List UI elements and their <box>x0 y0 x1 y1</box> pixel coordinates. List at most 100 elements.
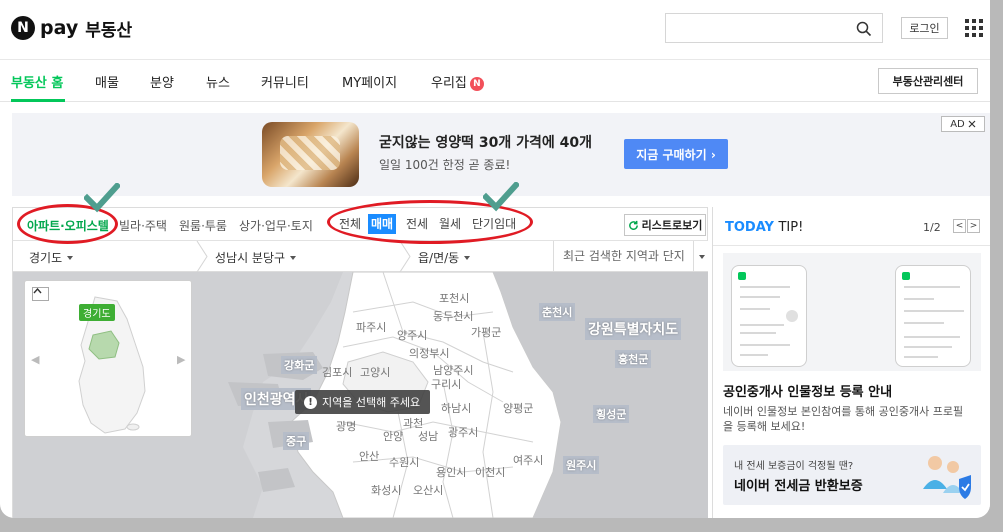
map-label: 수원시 <box>389 456 420 469</box>
tip-prev-button[interactable]: < <box>953 219 966 233</box>
nav-item-news[interactable]: 뉴스 <box>206 72 230 91</box>
map-label: 중구 <box>283 432 310 450</box>
today-label: TODAY <box>725 220 774 235</box>
map-label: 김포시 <box>322 366 353 379</box>
minimap-prev-icon[interactable]: ◀ <box>31 353 39 366</box>
breadcrumb-arrow-icon <box>399 241 411 272</box>
map-label: 광주시 <box>448 426 479 439</box>
map-label: 오산시 <box>413 484 444 497</box>
type-tab-oneroom-tworoom[interactable]: 원룸·투룸 <box>179 217 227 234</box>
naver-n-icon: N <box>11 16 35 40</box>
trade-tab-all[interactable]: 전체 <box>336 214 364 234</box>
dong-select[interactable]: 읍/면/동 <box>418 249 471 266</box>
nav-item-listings[interactable]: 매물 <box>95 72 119 91</box>
nav-item-home[interactable]: 부동산 홈 <box>11 72 63 91</box>
trade-tab-short-term[interactable]: 단기임대 <box>469 214 519 234</box>
ad-banner[interactable]: 굳지않는 영양떡 30개 가격에 40개 일일 100건 한정 곧 종료! 지금… <box>12 113 990 196</box>
search-icon[interactable] <box>856 21 872 37</box>
map-label: 고양시 <box>360 366 391 379</box>
new-badge: N <box>469 77 484 91</box>
chevron-down-icon <box>698 254 705 259</box>
people-shield-icon <box>923 456 971 499</box>
tip-next-button[interactable]: > <box>967 219 980 233</box>
map-label: 원주시 <box>563 456 600 474</box>
trade-tab-jeonse[interactable]: 전세 <box>403 214 431 234</box>
banner-subtext: 내 전세 보증금이 걱정될 땐? <box>734 461 854 472</box>
recent-toggle-button[interactable] <box>693 241 709 272</box>
banner-title: 네이버 전세금 반환보증 <box>734 479 863 494</box>
list-view-button[interactable]: 리스트로보기 <box>624 214 706 236</box>
dong-value: 읍/면/동 <box>418 251 460 265</box>
today-tip-panel: TODAY TIP! 1/2 < > 공인중개사 인물정보 등록 안내 네이버 … <box>712 207 990 518</box>
map-label: 용인시 <box>436 466 467 479</box>
chevron-down-icon <box>290 256 297 260</box>
jeonse-guarantee-banner[interactable]: 내 전세 보증금이 걱정될 땐? 네이버 전세금 반환보증 <box>723 445 981 505</box>
ad-buy-now-button[interactable]: 지금 구매하기 › <box>624 139 728 169</box>
map-label: 가평군 <box>471 326 502 339</box>
map-label: 성남 <box>418 430 439 443</box>
tip-heading[interactable]: 공인중개사 인물정보 등록 안내 <box>723 381 892 400</box>
tip-illustration[interactable] <box>723 253 981 371</box>
ad-subtext: 일일 100건 한정 곧 종료! <box>379 158 511 172</box>
type-tab-apartment-officetel[interactable]: 아파트·오피스텔 <box>27 217 109 234</box>
type-tab-villa-house[interactable]: 빌라·주택 <box>119 217 167 234</box>
trade-tab-monthly[interactable]: 월세 <box>436 214 464 234</box>
city-select[interactable]: 성남시 분당구 <box>215 249 297 266</box>
map-label: 강화군 <box>281 356 318 374</box>
select-region-toast: ! 지역을 선택해 주세요 <box>295 390 430 414</box>
naver-pay-logo[interactable]: N pay 부동산 <box>11 15 132 41</box>
tip-label: TIP! <box>778 220 804 235</box>
divider <box>713 245 990 246</box>
info-icon: ! <box>304 395 317 409</box>
map-label: 이천시 <box>475 466 506 479</box>
nav-item-community[interactable]: 커뮤니티 <box>261 72 309 91</box>
map-label: 의정부시 <box>409 347 450 360</box>
nav-item-mypage[interactable]: MY페이지 <box>342 72 397 91</box>
filter-bar: 아파트·오피스텔 빌라·주택 원룸·투룸 상가·업무·토지 전체 매매 전세 월… <box>12 207 708 241</box>
trade-tab-sale[interactable]: 매매 <box>368 214 397 234</box>
breadcrumb-arrow-icon <box>196 241 208 272</box>
minimap-region-tag[interactable]: 경기도 <box>79 304 115 321</box>
tip-page-indicator: 1/2 <box>923 221 941 234</box>
browser-viewport: N pay 부동산 로그인 부동산 홈 매물 분양 뉴스 커뮤니티 MY페이지 … <box>0 0 990 518</box>
close-icon[interactable] <box>968 120 976 128</box>
search-input[interactable] <box>666 14 846 42</box>
type-tab-commercial-land[interactable]: 상가·업무·토지 <box>239 217 313 234</box>
map-label: 여주시 <box>513 454 544 467</box>
map-label: 포천시 <box>439 292 470 305</box>
map-label: 횡성군 <box>593 405 630 423</box>
list-view-label: 리스트로보기 <box>641 219 703 232</box>
chevron-up-icon <box>33 288 42 294</box>
map-label: 하남시 <box>441 402 472 415</box>
ad-product-image <box>262 122 359 187</box>
nav-item-myhome-label: 우리집 <box>431 76 467 91</box>
minimap-next-icon[interactable]: ▶ <box>177 353 185 366</box>
nav-item-myhome[interactable]: 우리집 N <box>431 72 484 91</box>
minimap-collapse-button[interactable] <box>32 287 49 301</box>
apps-grid-icon[interactable] <box>965 19 983 37</box>
map-label: 춘천시 <box>539 303 576 321</box>
map-label: 광명 <box>336 420 357 433</box>
minimap-panel[interactable]: 경기도 ◀ ▶ <box>24 280 192 437</box>
logo-pay-text: pay <box>40 17 79 39</box>
province-value: 경기도 <box>29 251 63 265</box>
map-label: 안산 <box>359 450 380 463</box>
realty-management-center-button[interactable]: 부동산관리센터 <box>878 68 978 94</box>
tip-description: 을 등록해 보세요! <box>723 420 806 433</box>
map-label: 양주시 <box>397 329 428 342</box>
province-select[interactable]: 경기도 <box>29 249 74 266</box>
recent-search-dropdown[interactable]: 최근 검색한 지역과 단지 <box>553 241 693 272</box>
ad-badge[interactable]: AD <box>941 116 985 132</box>
site-header: N pay 부동산 로그인 <box>0 0 990 60</box>
map-view[interactable]: 포천시 춘천시 동두천시 강원특별자치도 파주시 양주시 가평군 의정부시 홍천… <box>12 272 708 518</box>
map-label: 파주시 <box>356 321 387 334</box>
region-selector-bar: 경기도 성남시 분당구 읍/면/동 최근 검색한 지역과 단지 <box>12 241 708 272</box>
map-label: 화성시 <box>371 484 402 497</box>
service-name: 부동산 <box>85 20 133 41</box>
main-nav: 부동산 홈 매물 분양 뉴스 커뮤니티 MY페이지 우리집 N 부동산관리센터 <box>0 60 990 102</box>
nav-item-presale[interactable]: 분양 <box>150 72 174 91</box>
login-button[interactable]: 로그인 <box>901 17 948 39</box>
chevron-down-icon <box>67 256 74 260</box>
phone-mockup <box>895 265 971 367</box>
map-label: 동두천시 <box>433 310 474 323</box>
